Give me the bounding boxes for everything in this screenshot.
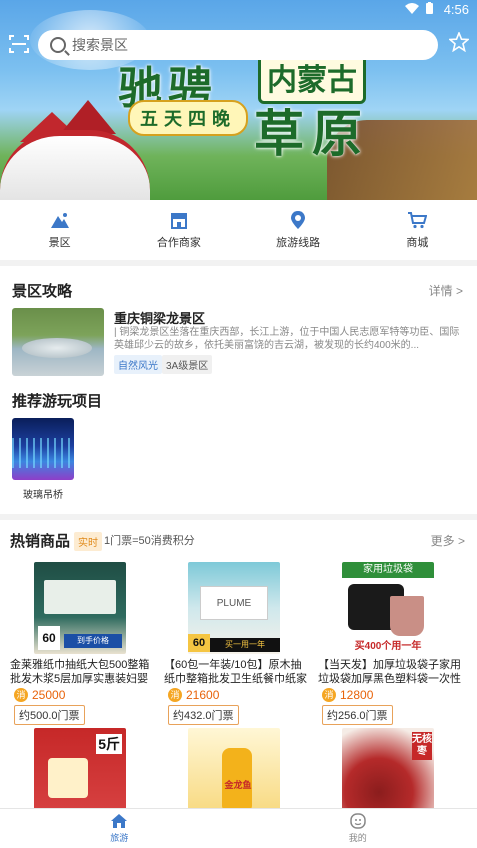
category-routes[interactable]: 旅游线路: [239, 200, 358, 260]
profile-icon: [349, 813, 367, 829]
product-card[interactable]: 无核枣: [318, 728, 466, 810]
mountain-icon: [49, 210, 71, 230]
hot-title: 热销商品: [10, 533, 71, 550]
hot-more-link[interactable]: 更多 >: [431, 532, 465, 549]
search-placeholder: 搜索景区: [72, 37, 128, 53]
spot-description: | 铜梁龙景区坐落在重庆西部，长江上游，位于中国人民志愿军特等功臣、国际英雄邱少…: [114, 327, 460, 351]
category-label: 商城: [406, 237, 429, 249]
status-bar: 4:56: [0, 0, 477, 20]
coin-icon: 消: [322, 688, 336, 702]
product-image: PLUME 60 买一用一年: [188, 562, 280, 654]
price-row: 消 25000: [14, 688, 65, 702]
cart-icon: [406, 210, 428, 230]
product-image: 家用垃圾袋 买400个用一年: [342, 562, 434, 654]
scan-icon[interactable]: [6, 34, 32, 56]
category-label: 景区: [48, 237, 71, 249]
home-icon: [110, 813, 128, 829]
price-row: 消 21600: [168, 688, 219, 702]
ticket-equivalent: 约500.0门票: [14, 705, 85, 725]
product-image: 60 到手价格: [34, 562, 126, 654]
project-title: 推荐游玩项目: [12, 393, 103, 410]
category-scenic[interactable]: 景区: [0, 200, 119, 260]
spot-tag: 3A级景区: [162, 355, 213, 374]
product-price: 12800: [340, 688, 374, 702]
banner-subtitle: 五天四晚: [128, 100, 248, 136]
app-screen: 驰骋 内蒙古 五天四晚 草原 4:56 搜索景区 景区 合作商家 旅游线路 商城…: [0, 0, 477, 848]
favorite-star-icon[interactable]: [447, 30, 471, 54]
product-price: 21600: [186, 688, 220, 702]
product-name: 【60包一年装/10包】原木抽纸巾整箱批发卫生纸餐巾纸家用...: [164, 659, 307, 685]
category-merchants[interactable]: 合作商家: [119, 200, 238, 260]
store-icon: [168, 210, 190, 230]
guide-section: 景区攻略 详情 > 重庆铜梁龙景区 | 铜梁龙景区坐落在重庆西部，长江上游，位于…: [0, 266, 477, 514]
product-card[interactable]: 金龙鱼: [164, 728, 312, 810]
product-card[interactable]: PLUME 60 买一用一年 【60包一年装/10包】原木抽纸巾整箱批发卫生纸餐…: [164, 562, 312, 725]
product-name: 【当天发】加厚垃圾袋子家用垃圾袋加厚黑色塑料袋一次性手...: [318, 659, 461, 685]
nav-profile[interactable]: 我的: [239, 809, 477, 848]
product-card[interactable]: 60 到手价格 金莱雅纸巾抽纸大包500整箱批发木浆5层加厚实惠装妇婴抽... …: [10, 562, 158, 725]
ticket-equivalent: 约432.0门票: [168, 705, 239, 725]
nav-travel[interactable]: 旅游: [0, 809, 239, 848]
status-icons: [404, 2, 433, 17]
category-label: 合作商家: [156, 237, 201, 249]
battery-icon: [426, 2, 433, 14]
banner-title-sub: 草原: [254, 106, 370, 162]
status-time: 4:56: [443, 2, 469, 17]
product-image: 无核枣: [342, 728, 434, 810]
product-price: 25000: [32, 688, 66, 702]
nav-label: 旅游: [110, 833, 129, 843]
spot-name[interactable]: 重庆铜梁龙景区: [114, 308, 205, 327]
wifi-icon: [404, 3, 419, 14]
product-card[interactable]: 家用垃圾袋 买400个用一年 【当天发】加厚垃圾袋子家用垃圾袋加厚黑色塑料袋一次…: [318, 562, 466, 725]
category-mall[interactable]: 商城: [358, 200, 477, 260]
location-pin-icon: [287, 210, 309, 230]
nav-label: 我的: [348, 833, 367, 843]
spot-thumbnail[interactable]: [12, 308, 104, 376]
category-nav: 景区 合作商家 旅游线路 商城: [0, 200, 477, 260]
guide-title: 景区攻略: [12, 283, 73, 300]
project-thumbnail[interactable]: [12, 418, 74, 480]
spot-tag: 自然风光: [114, 355, 162, 374]
product-image: 金龙鱼: [188, 728, 280, 810]
banner-pagoda: [60, 100, 116, 134]
coin-icon: 消: [14, 688, 28, 702]
product-card[interactable]: 5斤: [10, 728, 158, 810]
bottom-nav: 旅游 我的: [0, 808, 477, 848]
points-note: 1门票=50消费积分: [104, 535, 195, 547]
realtime-badge: 实时: [74, 532, 102, 551]
coin-icon: 消: [168, 688, 182, 702]
search-icon: [50, 37, 66, 53]
price-row: 消 12800: [322, 688, 373, 702]
category-label: 旅游线路: [276, 237, 321, 249]
hot-products-section: 热销商品 实时 1门票=50消费积分 更多 > 60 到手价格 金莱雅纸巾抽纸大…: [0, 520, 477, 810]
project-name[interactable]: 玻璃吊桥: [12, 486, 74, 501]
ticket-equivalent: 约256.0门票: [322, 705, 393, 725]
search-input[interactable]: 搜索景区: [38, 30, 438, 60]
product-name: 金莱雅纸巾抽纸大包500整箱批发木浆5层加厚实惠装妇婴抽...: [10, 659, 150, 685]
product-image: 5斤: [34, 728, 126, 810]
guide-more-link[interactable]: 详情 >: [429, 282, 463, 299]
